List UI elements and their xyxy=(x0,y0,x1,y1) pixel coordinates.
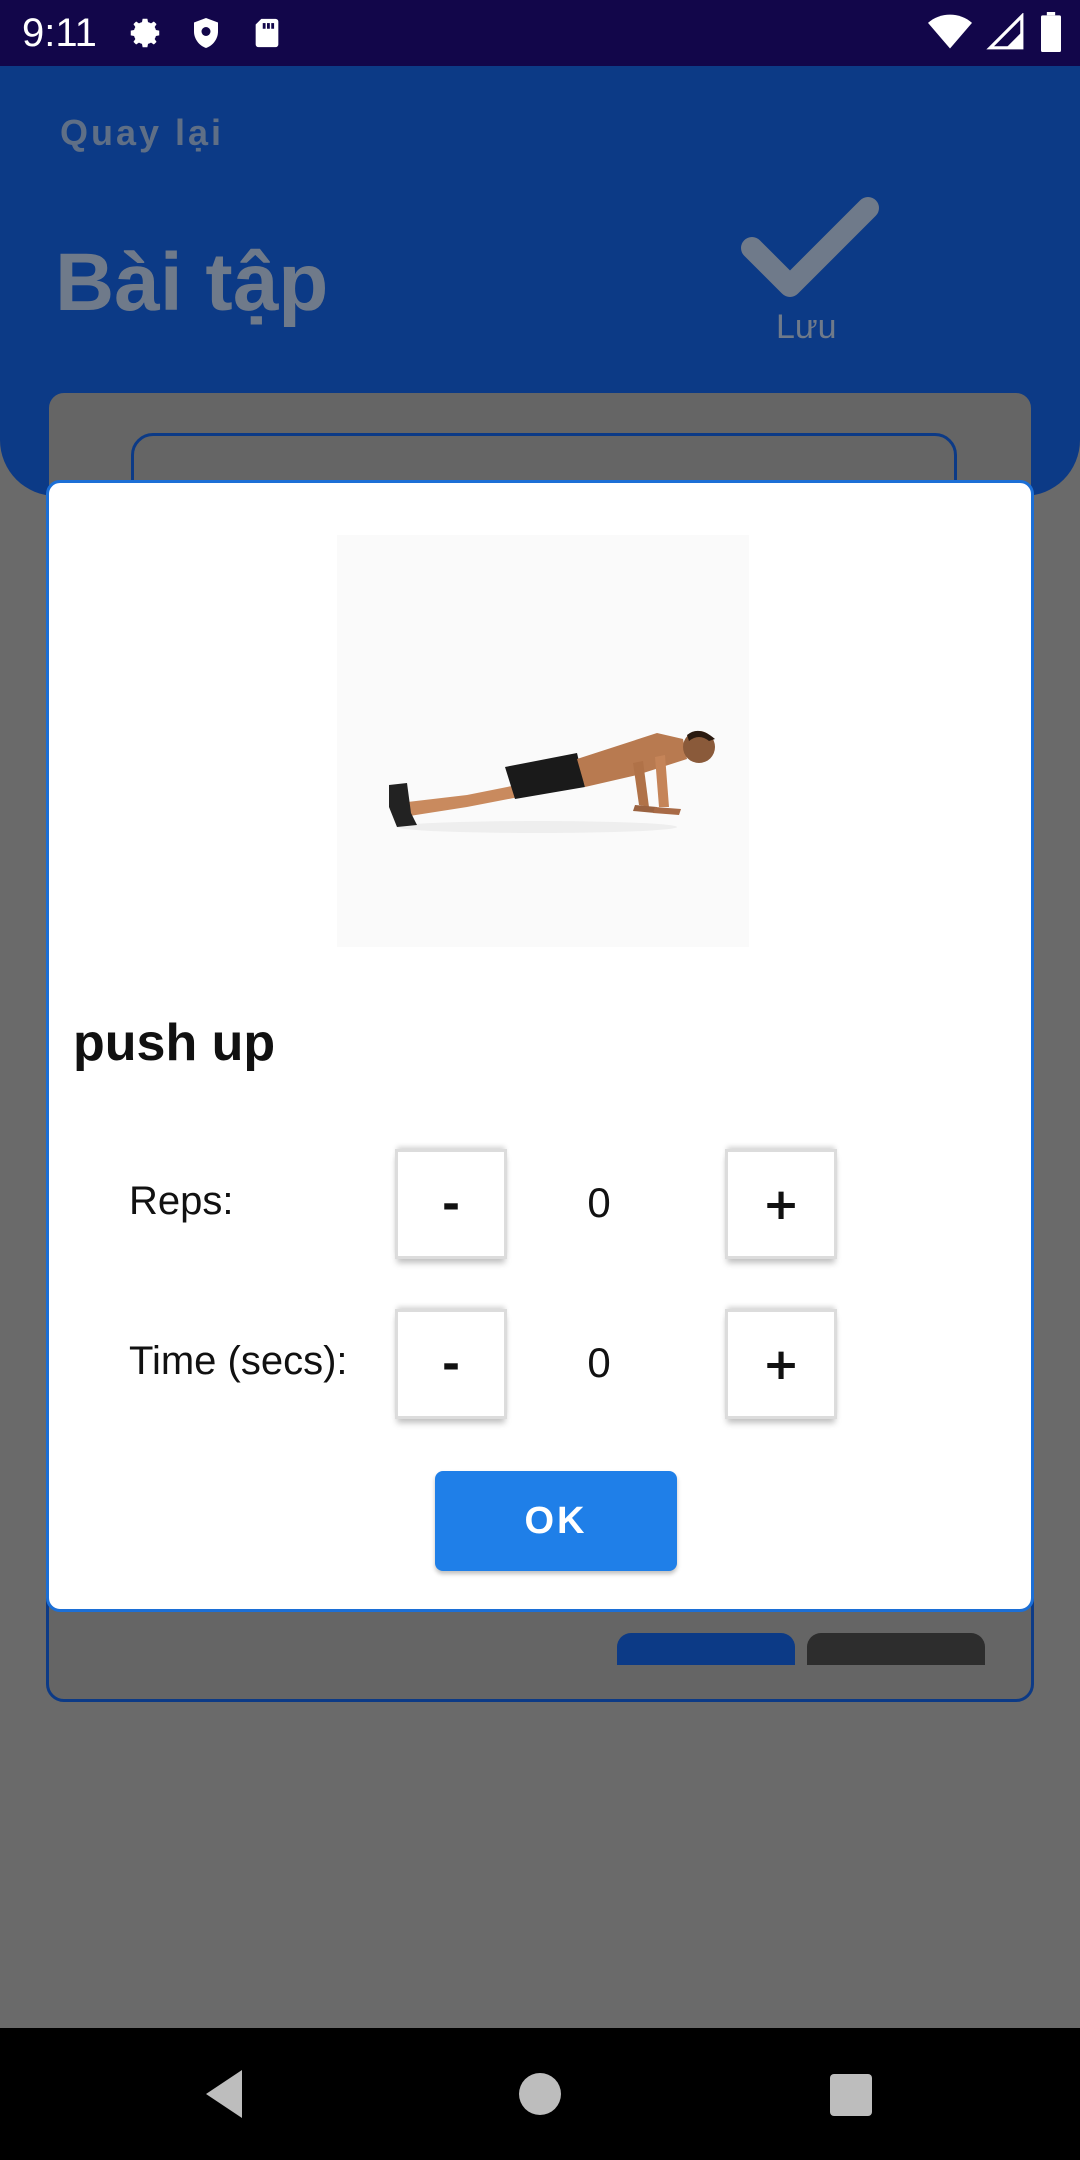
wifi-icon xyxy=(928,13,972,56)
time-increase-button[interactable]: + xyxy=(725,1309,837,1419)
status-right-icons xyxy=(928,12,1062,57)
status-bar: 9:11 xyxy=(0,0,1080,66)
sd-card-icon xyxy=(250,14,284,57)
screen: 9:11 Quay lại Bài tập Lưu push up Reps: … xyxy=(0,0,1080,2160)
signal-icon xyxy=(986,12,1026,56)
time-label: Time (secs): xyxy=(129,1339,348,1383)
shield-icon xyxy=(188,14,224,57)
save-label: Lưu xyxy=(776,308,837,346)
time-decrease-button[interactable]: - xyxy=(395,1309,507,1419)
reps-decrease-button[interactable]: - xyxy=(395,1149,507,1259)
check-icon xyxy=(740,196,880,311)
reps-value: 0 xyxy=(587,1179,611,1226)
page-title: Bài tập xyxy=(55,237,329,328)
home-icon[interactable] xyxy=(518,2072,562,2121)
time-value: 0 xyxy=(587,1339,611,1386)
reps-increase-button[interactable]: + xyxy=(725,1149,837,1259)
background-secondary-button xyxy=(807,1633,985,1665)
save-button[interactable]: Lưu xyxy=(740,196,880,356)
recents-icon[interactable] xyxy=(830,2074,872,2121)
back-link[interactable]: Quay lại xyxy=(60,112,224,154)
reps-row: Reps: - 0 + xyxy=(129,1149,837,1259)
navigation-bar xyxy=(0,2028,1080,2160)
back-icon[interactable] xyxy=(202,2068,250,2125)
battery-icon xyxy=(1040,12,1062,57)
reps-label: Reps: xyxy=(129,1179,234,1223)
push-up-illustration xyxy=(337,535,749,947)
status-time: 9:11 xyxy=(22,11,97,55)
gear-icon xyxy=(126,14,164,57)
exercise-name: push up xyxy=(73,1014,276,1072)
background-primary-button xyxy=(617,1633,795,1665)
ok-button[interactable]: OK xyxy=(435,1471,677,1571)
time-row: Time (secs): - 0 + xyxy=(129,1309,837,1419)
exercise-dialog: push up Reps: - 0 + Time (secs): - 0 + O… xyxy=(46,480,1034,1612)
